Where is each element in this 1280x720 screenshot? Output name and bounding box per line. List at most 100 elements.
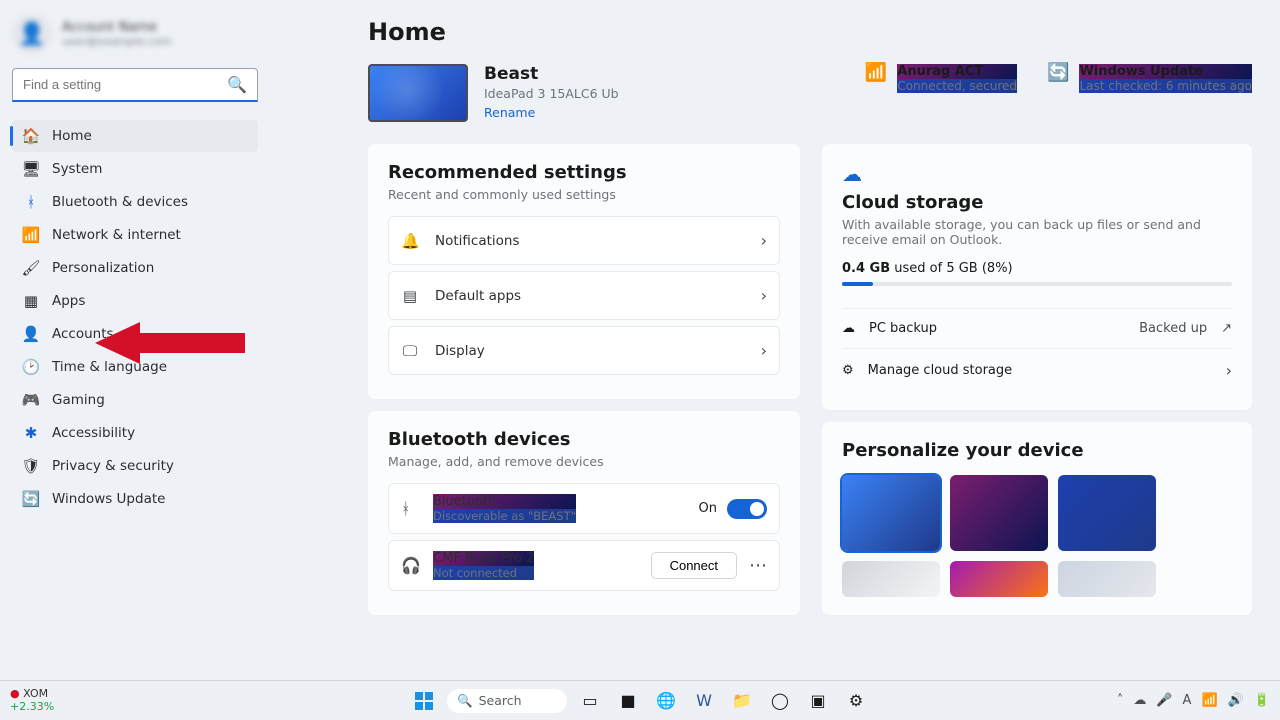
wifi-icon: 📶 [865,64,887,82]
nav-label: Network & internet [52,227,181,243]
nav-gaming[interactable]: 🎮 Gaming [12,384,258,416]
tray-cloud-icon[interactable]: ☁ [1133,693,1146,708]
system-icon: 🖥 [22,160,40,178]
gear-icon: ⚙ [842,363,854,378]
theme-option[interactable] [842,475,940,551]
user-email: user@example.com [62,35,171,48]
nav-network[interactable]: 📶 Network & internet [12,219,258,251]
pc-backup-row[interactable]: ☁ PC backup Backed up ↗ [842,308,1232,348]
sidebar: 👤 Account Name user@example.com 🔍 🏠 Home… [0,0,270,680]
search-input-wrapper[interactable]: 🔍 [12,68,258,102]
bluetooth-sub: Manage, add, and remove devices [388,454,780,469]
bluetooth-toggle[interactable] [727,499,767,519]
wifi-sub: Connected, secured [897,79,1017,93]
stock-widget[interactable]: ● XOM +2.33% [10,688,54,712]
nav-label: Gaming [52,392,105,408]
nav-accessibility[interactable]: ✱ Accessibility [12,417,258,449]
theme-option[interactable] [950,561,1048,597]
theme-option[interactable] [842,561,940,597]
nav-apps[interactable]: ▦ Apps [12,285,258,317]
tray-battery-icon[interactable]: 🔋 [1254,693,1270,708]
content-area: Home Beast IdeaPad 3 15ALC6 Ub Rename 📶 … [270,0,1280,680]
device-thumbnail [368,64,468,122]
theme-option[interactable] [950,475,1048,551]
apps-icon: ▦ [22,292,40,310]
open-icon: ↗ [1221,321,1232,336]
device-name: Beast [484,64,619,84]
bt-toggle-label: Bluetooth [433,494,576,509]
taskbar-settings-icon[interactable]: ⚙ [841,686,871,716]
taskbar-explorer-icon[interactable]: 📁 [727,686,757,716]
recommended-sub: Recent and commonly used settings [388,187,780,202]
tray-chevron-icon[interactable]: ˄ [1117,693,1124,708]
cloud-desc: With available storage, you can back up … [842,217,1232,247]
row-default-apps[interactable]: ▤Default apps › [388,271,780,320]
backup-status: Backed up [1139,321,1207,336]
row-notifications[interactable]: 🔔Notifications › [388,216,780,265]
storage-bar [842,282,1232,286]
nav-label: Windows Update [52,491,165,507]
nav-label: System [52,161,102,177]
nav-time-language[interactable]: 🕑 Time & language [12,351,258,383]
gaming-icon: 🎮 [22,391,40,409]
cloud-card: ☁ Cloud storage With available storage, … [822,144,1252,410]
user-name: Account Name [62,20,171,35]
start-button[interactable] [409,686,439,716]
row-display[interactable]: 🖵Display › [388,326,780,375]
user-account[interactable]: 👤 Account Name user@example.com [12,14,258,54]
display-icon: 🖵 [401,342,419,360]
theme-option[interactable] [1058,475,1156,551]
tray-mic-icon[interactable]: 🎤 [1156,693,1172,708]
search-icon: 🔍 [227,75,247,94]
wifi-icon: 📶 [22,226,40,244]
bt-toggle-sub: Discoverable as "BEAST" [433,509,576,523]
toggle-state-text: On [699,501,717,516]
nav-home[interactable]: 🏠 Home [12,120,258,152]
nav-label: Accessibility [52,425,135,441]
device-model: IdeaPad 3 15ALC6 Ub [484,86,619,101]
search-input[interactable] [23,77,227,92]
backup-label: PC backup [869,321,937,336]
bt-device-row: 🎧 CMF Buds Pro 2 Not connected Connect ⋯ [388,540,780,591]
cloud-icon: ☁ [842,162,1232,186]
tray-volume-icon[interactable]: 🔊 [1228,693,1244,708]
nav-system[interactable]: 🖥 System [12,153,258,185]
avatar-icon: 👤 [12,14,52,54]
bluetooth-icon: ᚼ [22,193,40,211]
wifi-status[interactable]: 📶 Anurag ACT Connected, secured [865,64,1017,93]
chevron-right-icon: › [1226,361,1232,380]
nav-windows-update[interactable]: 🔄 Windows Update [12,483,258,515]
nav-bluetooth-devices[interactable]: ᚼ Bluetooth & devices [12,186,258,218]
nav-privacy[interactable]: 🛡 Privacy & security [12,450,258,482]
tray-lang-icon[interactable]: A [1183,693,1192,708]
chevron-right-icon: › [761,341,767,360]
taskbar-app-icon[interactable]: ▣ [803,686,833,716]
nav-personalization[interactable]: 🖌 Personalization [12,252,258,284]
taskbar-edge-icon[interactable]: 🌐 [651,686,681,716]
taskbar-app-icon[interactable]: ■ [613,686,643,716]
taskbar-word-icon[interactable]: W [689,686,719,716]
shield-icon: 🛡 [22,457,40,475]
recommended-card: Recommended settings Recent and commonly… [368,144,800,399]
connect-button[interactable]: Connect [651,552,737,579]
nav-label: Time & language [52,359,167,375]
cloud-backup-icon: ☁ [842,321,855,336]
nav-accounts[interactable]: 👤 Accounts [12,318,258,350]
row-label: Notifications [435,233,520,249]
chevron-right-icon: › [761,286,767,305]
tray-wifi-icon[interactable]: 📶 [1201,693,1217,708]
nav-label: Bluetooth & devices [52,194,188,210]
taskbar-search[interactable]: 🔍 Search [447,689,567,713]
rename-link[interactable]: Rename [484,105,619,120]
person-icon: 👤 [22,325,40,343]
manage-storage-row[interactable]: ⚙Manage cloud storage › [842,348,1232,392]
row-label: Default apps [435,288,521,304]
more-options-button[interactable]: ⋯ [749,555,767,576]
theme-option[interactable] [1058,561,1156,597]
taskbar-chrome-icon[interactable]: ◯ [765,686,795,716]
accessibility-icon: ✱ [22,424,40,442]
update-status[interactable]: 🔄 Windows Update Last checked: 6 minutes… [1047,64,1252,93]
personalize-title: Personalize your device [842,440,1232,461]
update-sub: Last checked: 6 minutes ago [1079,79,1252,93]
task-view-button[interactable]: ▭ [575,686,605,716]
